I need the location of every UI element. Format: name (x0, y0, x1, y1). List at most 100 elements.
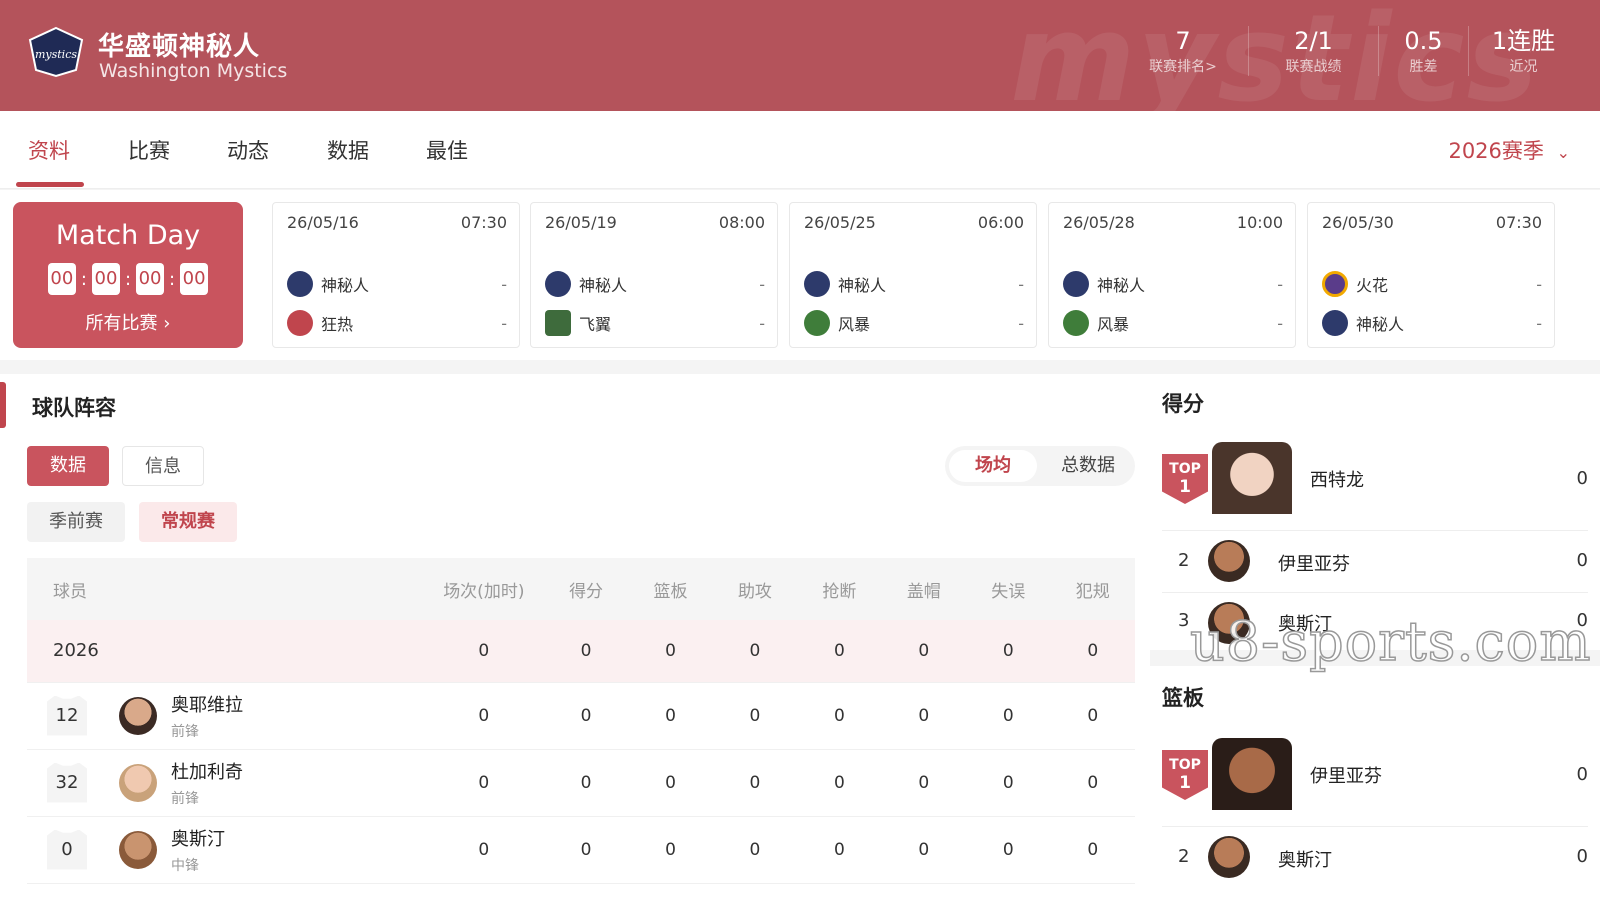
table-row[interactable]: 12 奥耶维拉 前锋 0 0 0 0 0 0 0 0 (27, 682, 1135, 750)
countdown-days: 00 (47, 263, 76, 295)
leader-name[interactable]: 伊里亚芬 (1278, 550, 1350, 576)
leader-name[interactable]: 奥斯汀 (1278, 846, 1332, 872)
stat-label: 胜差 (1409, 59, 1438, 75)
table-cell: 0 (628, 749, 713, 817)
active-tab-indicator (16, 182, 84, 187)
roster-title: 球队阵容 (32, 396, 116, 420)
team-logo-icon (804, 271, 830, 297)
column-header: 犯规 (1050, 558, 1135, 620)
table-cell: 0 (543, 620, 629, 683)
player-name[interactable]: 奥斯汀 (171, 825, 225, 851)
table-cell: 0 (1050, 620, 1135, 683)
player-name[interactable]: 奥耶维拉 (171, 691, 243, 717)
team-name: 神秘人 (579, 276, 628, 295)
match-card[interactable]: 26/05/28 10:00 神秘人 - 风暴 - (1048, 202, 1296, 348)
tab-games[interactable]: 比赛 (128, 135, 170, 165)
table-header-row: 球员 场次(加时) 得分 篮板 助攻 抢断 盖帽 失误 犯规 (27, 558, 1135, 620)
table-cell: 0 (423, 682, 544, 750)
leader-value: 0 (1576, 468, 1588, 489)
table-row[interactable]: 32 杜加利奇 前锋 0 0 0 0 0 0 0 0 (27, 749, 1135, 817)
table-row[interactable]: 0 奥斯汀 中锋 0 0 0 0 0 0 0 0 (27, 816, 1135, 884)
stat-league-rank[interactable]: 7 联赛排名> (1118, 26, 1248, 76)
team-name: 神秘人 (321, 276, 370, 295)
data-view-button[interactable]: 数据 (27, 446, 109, 486)
tab-stats[interactable]: 数据 (327, 135, 369, 165)
player-avatar (119, 830, 157, 869)
match-card[interactable]: 26/05/16 07:30 神秘人 - 狂热 - (272, 202, 520, 348)
team-stats: 7 联赛排名> 2/1 联赛战绩 0.5 胜差 1连胜 近况 (1118, 26, 1578, 76)
match-team-row: 神秘人 - (287, 271, 507, 297)
top-rank-badge: TOP 1 (1162, 750, 1208, 800)
match-team-row: 飞翼 - (545, 310, 765, 336)
match-team-row: 狂热 - (287, 310, 507, 336)
column-header: 抢断 (797, 558, 882, 620)
total-option[interactable]: 总数据 (1045, 450, 1131, 482)
team-header: mystics mystics 华盛顿神秘人 Washington Mystic… (0, 0, 1600, 111)
season-selector[interactable]: 2026赛季 ⌄ (1448, 135, 1570, 165)
match-team-row: 神秘人 - (1063, 271, 1283, 297)
table-cell: 0 (966, 816, 1051, 884)
divider (1162, 592, 1588, 593)
match-date: 26/05/28 (1063, 213, 1135, 232)
player-position: 前锋 (171, 723, 199, 740)
team-name: 飞翼 (579, 315, 612, 334)
team-logo-icon: mystics (28, 26, 84, 78)
jersey-number: 32 (47, 762, 87, 803)
roster-panel: 球队阵容 数据 信息 场均 总数据 季前赛 常规赛 球员 场次(加时) 得分 篮… (0, 374, 1160, 900)
top-rank-badge: TOP 1 (1162, 454, 1208, 504)
team-name: 神秘人 (1097, 276, 1146, 295)
stat-value: 7 (1175, 27, 1191, 55)
table-cell: 0 (628, 816, 713, 884)
preseason-button[interactable]: 季前赛 (27, 502, 125, 542)
team-logo-icon (287, 310, 313, 336)
leader-value: 0 (1576, 764, 1588, 785)
table-cell: 0 (966, 620, 1051, 683)
table-cell: 0 (881, 682, 967, 750)
info-view-button[interactable]: 信息 (122, 446, 204, 486)
team-score: - (1536, 274, 1542, 294)
countdown-seconds: 00 (180, 263, 209, 295)
match-date: 26/05/30 (1322, 213, 1394, 232)
leader-rank: 2 (1178, 550, 1190, 571)
section-accent-bar (0, 382, 6, 428)
table-cell: 0 (628, 682, 713, 750)
player-name[interactable]: 杜加利奇 (171, 758, 243, 784)
team-name: 狂热 (321, 315, 354, 334)
match-card[interactable]: 26/05/19 08:00 神秘人 - 飞翼 - (530, 202, 778, 348)
team-score: - (501, 274, 507, 294)
table-cell: 0 (881, 749, 967, 817)
tab-news[interactable]: 动态 (227, 135, 269, 165)
leader-photo (1212, 738, 1292, 810)
table-cell: 0 (423, 816, 544, 884)
tab-bar: 资料 比赛 动态 数据 最佳 2026赛季 ⌄ (0, 111, 1600, 189)
team-name-cn: 华盛顿神秘人 (98, 32, 261, 62)
team-name: 风暴 (1097, 315, 1130, 334)
match-day-card: Match Day 00: 00: 00: 00 所有比赛 › (13, 202, 243, 348)
match-time: 07:30 (1495, 213, 1542, 232)
jersey-number: 12 (47, 695, 87, 736)
leader-rank: 2 (1178, 846, 1190, 867)
match-time: 06:00 (977, 213, 1024, 232)
match-date: 26/05/25 (804, 213, 876, 232)
per-game-option[interactable]: 场均 (949, 450, 1037, 482)
table-cell: 0 (628, 620, 713, 683)
tab-best[interactable]: 最佳 (426, 135, 468, 165)
match-date: 26/05/16 (287, 213, 359, 232)
leader-value: 0 (1576, 846, 1588, 867)
leader-value: 0 (1576, 550, 1588, 571)
match-card[interactable]: 26/05/25 06:00 神秘人 - 风暴 - (789, 202, 1037, 348)
table-cell: 0 (1050, 816, 1135, 884)
team-name: 火花 (1356, 276, 1389, 295)
match-team-row: 风暴 - (1063, 310, 1283, 336)
leader-name[interactable]: 伊里亚芬 (1310, 762, 1382, 788)
regular-season-button[interactable]: 常规赛 (139, 502, 237, 542)
leader-name[interactable]: 西特龙 (1310, 466, 1364, 492)
table-cell: 0 (1050, 749, 1135, 817)
team-logo-text: mystics (35, 48, 77, 61)
match-card[interactable]: 26/05/30 07:30 火花 - 神秘人 - (1307, 202, 1555, 348)
stat-games-behind: 0.5 胜差 (1378, 26, 1468, 76)
player-position: 中锋 (171, 857, 199, 874)
match-team-row: 风暴 - (804, 310, 1024, 336)
all-matches-link[interactable]: 所有比赛 › (13, 309, 243, 335)
tab-profile[interactable]: 资料 (28, 135, 70, 165)
